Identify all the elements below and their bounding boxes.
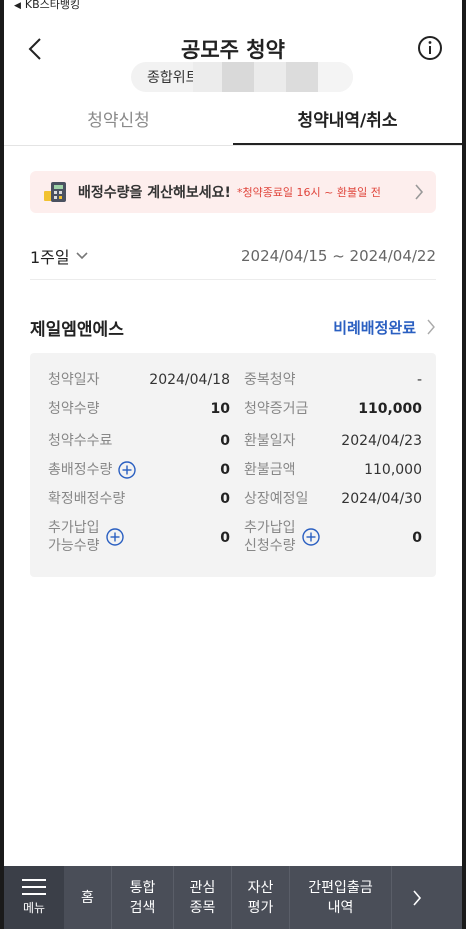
subscription-date-label: 청약일자 — [48, 372, 100, 388]
chevron-down-icon — [76, 251, 88, 259]
nav-search-line1: 통합 — [129, 879, 156, 896]
listing-date-label: 상장예정일 — [244, 491, 309, 507]
subscription-item-header[interactable]: 제일엠앤에스 비례배정완료 — [30, 312, 436, 342]
detail-row: 청약수수료 0 환불일자 2024/04/23 — [30, 429, 436, 453]
allocation-calculator-banner[interactable]: 배정수량을 계산해보세요! *청약종료일 16시 ~ 환불일 전 — [30, 171, 436, 213]
banner-main-text: 배정수량을 계산해보세요! — [78, 185, 231, 201]
nav-asset-valuation[interactable]: 자산평가 — [232, 866, 290, 929]
nav-transfer-label: 간편입출금내역 — [308, 878, 372, 918]
detail-row: 확정배정수량 0 상장예정일 2024/04/30 — [30, 487, 436, 511]
chevron-right-icon — [427, 319, 435, 335]
back-to-app-icon[interactable]: ◀ — [14, 1, 21, 10]
deposit-value: 110,000 — [358, 401, 422, 417]
nav-asset-label: 자산평가 — [248, 878, 274, 918]
additional-available-label: 추가납입가능수량 — [48, 519, 100, 555]
confirmed-allocation-label: 확정배정수량 — [48, 491, 126, 507]
total-allocation-label: 총배정수량 — [48, 462, 113, 478]
app-frame: ◀ KB스타뱅킹 공모주 청약 종합위트 청약신청 청약내역/취소 배정수량을 계… — [4, 0, 462, 929]
total-allocation-value: 0 — [220, 462, 230, 478]
nav-transfer-line1: 간편입출금 — [308, 879, 373, 896]
tab-history-cancel[interactable]: 청약내역/취소 — [233, 100, 462, 145]
additional-requested-label-line2: 신청수량 — [244, 538, 296, 554]
detail-row: 청약수량 10 청약증거금 110,000 — [30, 397, 436, 421]
tab-subscribe[interactable]: 청약신청 — [4, 100, 233, 145]
subscription-qty-value: 10 — [210, 401, 230, 417]
period-value: 1주일 — [30, 247, 70, 267]
nav-integrated-search[interactable]: 통합검색 — [112, 866, 174, 929]
detail-row: 청약일자 2024/04/18 중복청약 - — [30, 368, 436, 392]
additional-requested-value: 0 — [412, 530, 422, 546]
banner-note: *청약종료일 16시 ~ 환불일 전 — [236, 186, 381, 199]
hamburger-menu-icon — [22, 879, 46, 895]
nav-more-button[interactable] — [392, 866, 442, 929]
subscription-date-value: 2024/04/18 — [149, 372, 230, 388]
calculator-icon — [44, 182, 66, 202]
nav-menu-button[interactable]: 메뉴 — [4, 866, 64, 929]
bottom-navigation: 메뉴 홈 통합검색 관심종목 자산평가 간편입출금내역 — [4, 866, 462, 929]
nav-integrated-search-label: 통합검색 — [130, 878, 156, 918]
nav-asset-line1: 자산 — [247, 879, 274, 896]
duplicate-subscription-value: - — [416, 372, 422, 388]
confirmed-allocation-value: 0 — [220, 491, 230, 507]
account-label: 종합위트 — [147, 70, 199, 86]
info-button[interactable] — [416, 34, 444, 62]
nav-asset-line2: 평가 — [247, 899, 274, 916]
account-selector[interactable]: 종합위트 — [131, 62, 353, 92]
chevron-right-icon — [415, 184, 424, 200]
nav-quick-transfer-history[interactable]: 간편입출금내역 — [290, 866, 392, 929]
masked-account-number — [193, 62, 353, 92]
nav-home[interactable]: 홈 — [64, 866, 112, 929]
listing-date-value: 2024/04/30 — [341, 491, 422, 507]
refund-amount-value: 110,000 — [364, 462, 422, 478]
additional-requested-label: 추가납입신청수량 — [244, 519, 296, 555]
deposit-label: 청약증거금 — [244, 401, 309, 417]
allocation-status-link[interactable]: 비례배정완료 — [333, 317, 436, 338]
additional-requested-label-line1: 추가납입 — [244, 520, 296, 536]
nav-menu-label: 메뉴 — [22, 901, 46, 915]
fee-label: 청약수수료 — [48, 433, 113, 449]
duplicate-subscription-label: 중복청약 — [244, 372, 296, 388]
additional-available-label-line1: 추가납입 — [48, 520, 100, 536]
fee-value: 0 — [220, 433, 230, 449]
subscription-qty-label: 청약수량 — [48, 401, 100, 417]
nav-watchlist[interactable]: 관심종목 — [174, 866, 232, 929]
nav-search-line2: 검색 — [129, 899, 156, 916]
status-text: 비례배정완료 — [333, 318, 416, 337]
plus-circle-icon[interactable] — [118, 461, 137, 479]
tab-bar: 청약신청 청약내역/취소 — [4, 100, 462, 146]
additional-available-value: 0 — [220, 530, 230, 546]
info-icon — [418, 36, 442, 60]
nav-transfer-line2: 내역 — [327, 899, 354, 916]
nav-watch-line1: 관심 — [189, 879, 216, 896]
detail-row: 총배정수량 0 환불금액 110,000 — [30, 458, 436, 482]
additional-available-label-line2: 가능수량 — [48, 538, 100, 554]
plus-circle-icon[interactable] — [105, 528, 124, 546]
additional-requested-label-wrap: 추가납입신청수량 — [244, 519, 320, 555]
page-title: 공모주 청약 — [181, 38, 285, 62]
status-bar: ◀ KB스타뱅킹 — [4, 0, 462, 10]
carrier-label: KB스타뱅킹 — [24, 0, 81, 10]
total-allocation-label-wrap: 총배정수량 — [48, 461, 137, 479]
period-filter-row: 1주일 2024/04/15 ~ 2024/04/22 — [30, 240, 436, 280]
nav-home-label: 홈 — [81, 889, 94, 906]
nav-watch-line2: 종목 — [189, 899, 216, 916]
subscription-details: 청약일자 2024/04/18 중복청약 - 청약수량 10 청약증거금 110… — [30, 353, 436, 577]
period-dropdown[interactable]: 1주일 — [30, 244, 88, 268]
refund-amount-label: 환불금액 — [244, 462, 296, 478]
refund-date-value: 2024/04/23 — [341, 433, 422, 449]
chevron-right-icon — [413, 889, 422, 906]
refund-date-label: 환불일자 — [244, 433, 296, 449]
date-range[interactable]: 2024/04/15 ~ 2024/04/22 — [241, 247, 436, 265]
nav-watchlist-label: 관심종목 — [190, 878, 216, 918]
stock-name: 제일엠앤에스 — [30, 319, 124, 340]
additional-available-label-wrap: 추가납입가능수량 — [48, 519, 124, 555]
detail-row: 추가납입가능수량 0 추가납입신청수량 0 — [30, 518, 436, 558]
plus-circle-icon[interactable] — [301, 528, 320, 546]
